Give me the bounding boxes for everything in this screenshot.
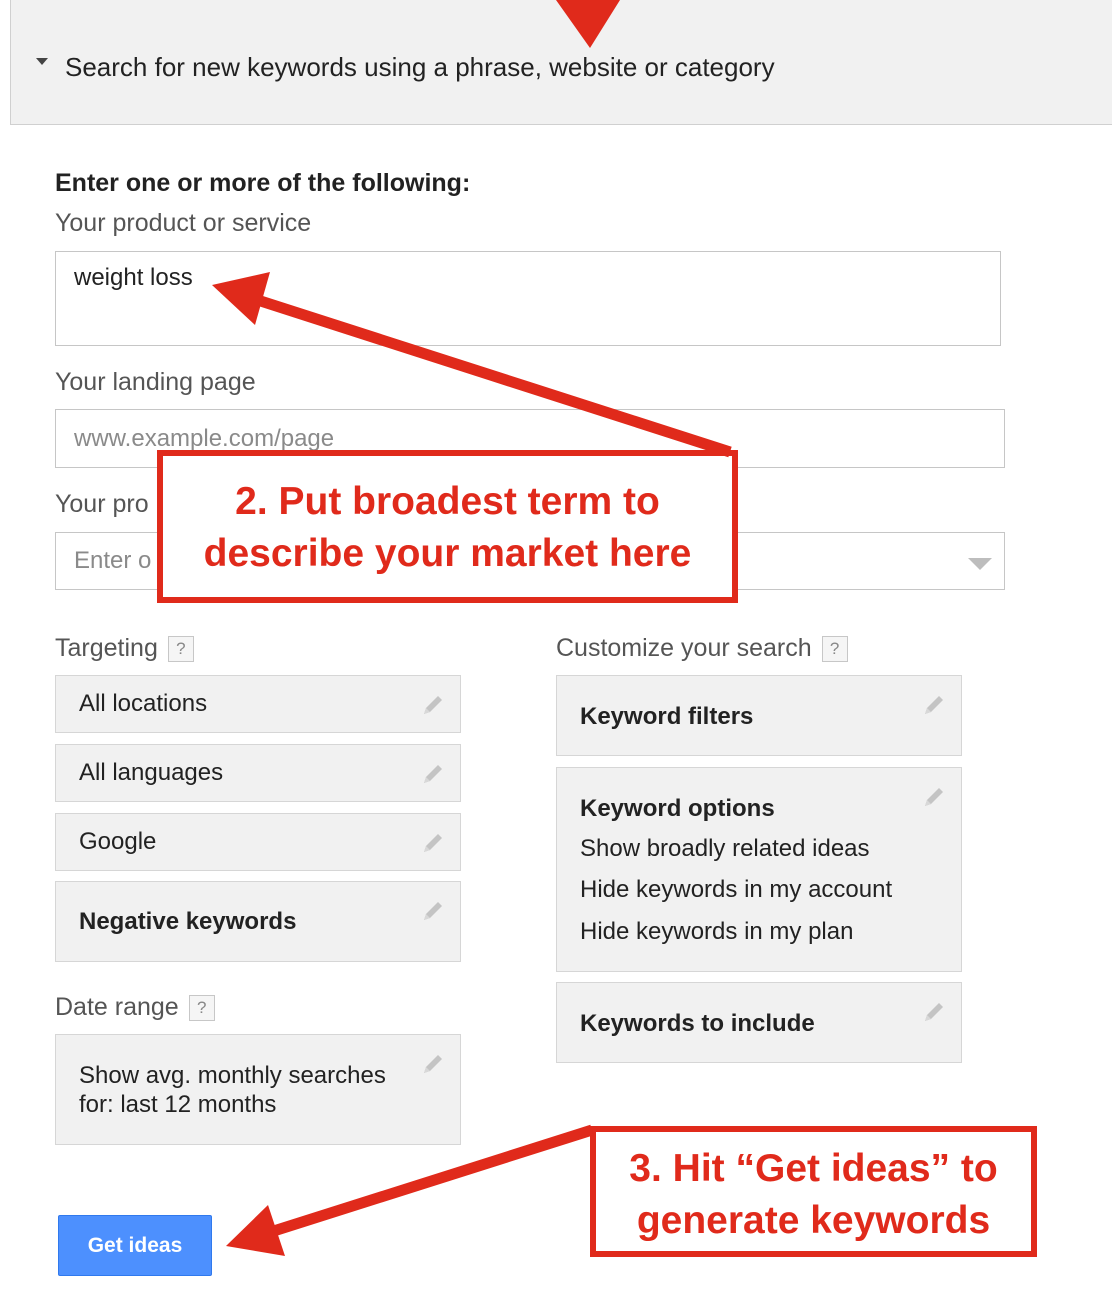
keyword-options-title: Keyword options bbox=[580, 795, 775, 822]
targeting-network[interactable]: Google bbox=[55, 813, 461, 871]
pencil-icon[interactable] bbox=[921, 999, 947, 1025]
targeting-negative-keywords[interactable]: Negative keywords bbox=[55, 881, 461, 962]
product-category-placeholder: Enter o bbox=[74, 547, 152, 574]
keyword-option-hide-plan: Hide keywords in my plan bbox=[580, 918, 854, 945]
product-label: Your product or service bbox=[55, 209, 312, 237]
annotation-step2-line2: describe your market here bbox=[203, 532, 692, 575]
pencil-icon[interactable] bbox=[420, 692, 446, 718]
product-input[interactable] bbox=[55, 251, 1001, 346]
keyword-option-hide-account: Hide keywords in my account bbox=[580, 876, 893, 903]
targeting-label: Targeting? bbox=[55, 634, 194, 663]
collapse-toggle-icon[interactable] bbox=[36, 58, 48, 65]
pencil-icon[interactable] bbox=[420, 761, 446, 787]
section-header-title[interactable]: Search for new keywords using a phrase, … bbox=[65, 52, 775, 83]
landing-page-label: Your landing page bbox=[55, 368, 256, 396]
date-range-line2: for: last 12 months bbox=[79, 1091, 277, 1118]
date-range-label: Date range? bbox=[55, 993, 215, 1022]
pencil-icon[interactable] bbox=[420, 1051, 446, 1077]
annotation-step2-line1: 2. Put broadest term to bbox=[235, 480, 660, 523]
date-range-label-text: Date range bbox=[55, 993, 179, 1021]
pencil-icon[interactable] bbox=[420, 830, 446, 856]
keyword-filters-card[interactable]: Keyword filters bbox=[556, 675, 962, 756]
customize-label-text: Customize your search bbox=[556, 634, 812, 662]
caret-down-icon bbox=[968, 558, 992, 570]
locations-label: All locations bbox=[79, 690, 208, 717]
help-icon[interactable]: ? bbox=[821, 636, 848, 663]
step3-arrow-head bbox=[226, 1205, 285, 1256]
keyword-option-broad: Show broadly related ideas bbox=[580, 835, 870, 862]
help-icon[interactable]: ? bbox=[167, 636, 194, 663]
date-range-card[interactable]: Show avg. monthly searches for: last 12 … bbox=[55, 1034, 461, 1145]
annotation-step3-line2: generate keywords bbox=[636, 1199, 991, 1242]
help-icon[interactable]: ? bbox=[188, 995, 215, 1022]
annotation-step2: 2. Put broadest term to describe your ma… bbox=[157, 450, 738, 603]
product-category-label: Your pro bbox=[55, 490, 149, 518]
keywords-to-include-card[interactable]: Keywords to include bbox=[556, 982, 962, 1063]
pencil-icon[interactable] bbox=[921, 784, 947, 810]
annotation-step3-line1: 3. Hit “Get ideas” to bbox=[629, 1147, 998, 1190]
customize-label: Customize your search? bbox=[556, 634, 848, 663]
annotation-step3: 3. Hit “Get ideas” to generate keywords bbox=[590, 1126, 1037, 1257]
keyword-options-card[interactable]: Keyword options Show broadly related ide… bbox=[556, 767, 962, 972]
network-label: Google bbox=[79, 828, 157, 855]
form-section-title: Enter one or more of the following: bbox=[55, 169, 471, 197]
negative-keywords-label: Negative keywords bbox=[79, 908, 297, 935]
keywords-to-include-label: Keywords to include bbox=[580, 1010, 815, 1037]
pencil-icon[interactable] bbox=[420, 898, 446, 924]
get-ideas-button[interactable]: Get ideas bbox=[58, 1215, 212, 1276]
step3-arrow-line bbox=[256, 1124, 594, 1242]
keyword-filters-label: Keyword filters bbox=[580, 703, 754, 730]
date-range-line1: Show avg. monthly searches bbox=[79, 1062, 386, 1089]
languages-label: All languages bbox=[79, 759, 224, 786]
targeting-languages[interactable]: All languages bbox=[55, 744, 461, 802]
targeting-locations[interactable]: All locations bbox=[55, 675, 461, 733]
pencil-icon[interactable] bbox=[921, 692, 947, 718]
targeting-label-text: Targeting bbox=[55, 634, 158, 662]
